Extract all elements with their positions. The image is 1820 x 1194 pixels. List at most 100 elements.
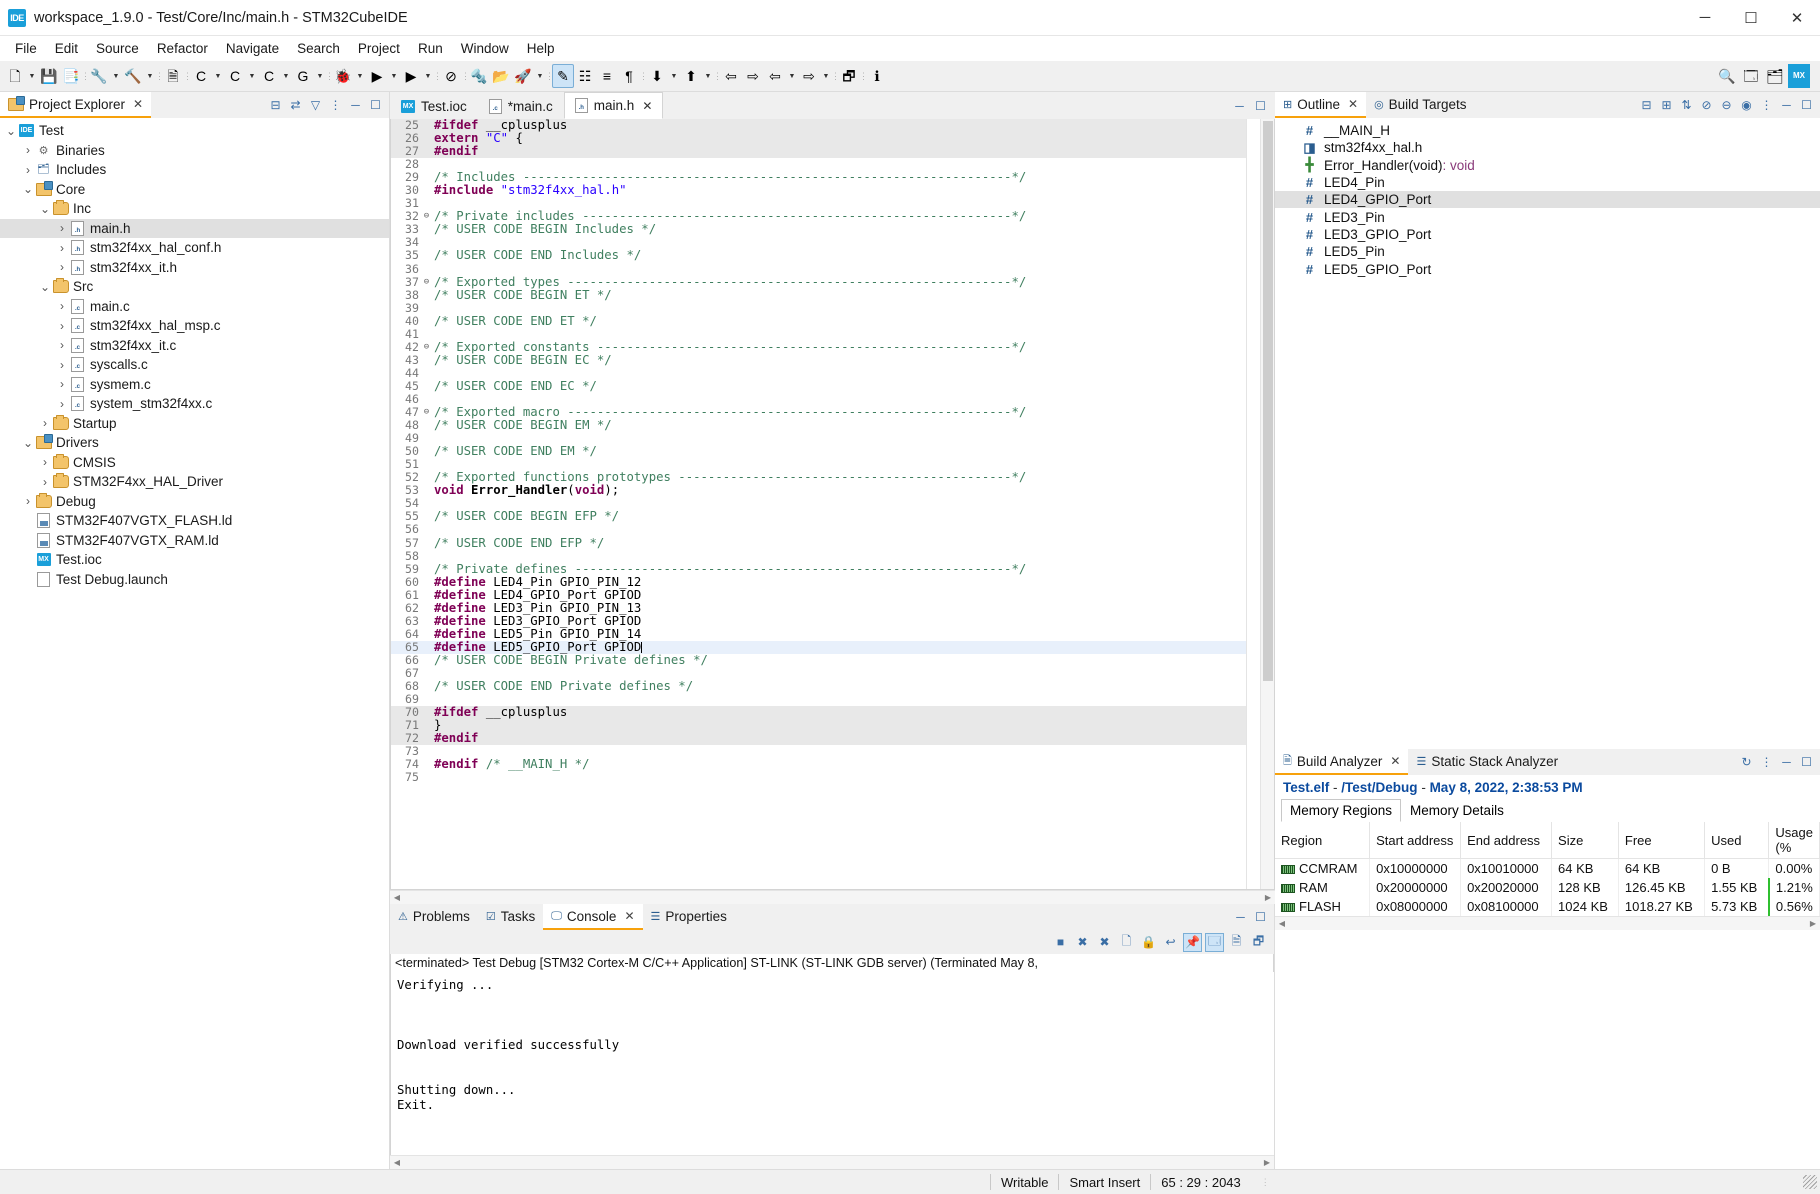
expand-icon[interactable]: › bbox=[21, 494, 35, 508]
run-dropdown-icon[interactable]: ▼ bbox=[388, 64, 400, 88]
view-menu-icon[interactable]: ⋮ bbox=[327, 96, 344, 114]
expand-all-icon[interactable]: ⊞ bbox=[1658, 96, 1675, 114]
outline-item-led5_gpio_port[interactable]: # LED5_GPIO_Port bbox=[1275, 260, 1820, 277]
close-icon[interactable]: ✕ bbox=[1390, 754, 1400, 768]
forward-button[interactable]: ⇨ bbox=[742, 64, 764, 88]
scroll-left-icon[interactable]: ◀ bbox=[390, 1158, 404, 1167]
tree-item-cmsis[interactable]: › CMSIS bbox=[0, 453, 389, 473]
tree-item-syscalls-c[interactable]: › .c syscalls.c bbox=[0, 355, 389, 375]
debug-dropdown-icon[interactable]: ▼ bbox=[354, 64, 366, 88]
show-whitespace-button[interactable]: ☷ bbox=[574, 64, 596, 88]
tree-item-main-c[interactable]: › .c main.c bbox=[0, 297, 389, 317]
tree-item-test[interactable]: ⌄ IDE Test bbox=[0, 121, 389, 141]
remove-all-launches-icon[interactable]: ✖ bbox=[1095, 933, 1114, 952]
run-button[interactable]: ▶ bbox=[366, 64, 388, 88]
focus-icon[interactable]: ◉ bbox=[1738, 96, 1755, 114]
build-analyzer-horizontal-scrollbar[interactable]: ◀ ▶ bbox=[1275, 916, 1820, 930]
hide-fields-icon[interactable]: ⊘ bbox=[1698, 96, 1715, 114]
menu-item-run[interactable]: Run bbox=[409, 39, 452, 58]
expand-icon[interactable]: › bbox=[55, 241, 69, 255]
expand-icon[interactable]: › bbox=[55, 260, 69, 274]
fold-icon[interactable]: ⊖ bbox=[422, 341, 431, 354]
memory-row[interactable]: CCMRAM 0x10000000 0x10010000 64 KB 64 KB 0 B0… bbox=[1275, 858, 1820, 878]
generate-code-button[interactable]: G bbox=[292, 64, 314, 88]
next-annotation-button[interactable]: ⬇ bbox=[646, 64, 668, 88]
menu-item-file[interactable]: File bbox=[6, 39, 46, 58]
outline-tab-build-targets[interactable]: ◎ Build Targets bbox=[1366, 92, 1475, 118]
maximize-icon[interactable]: ☐ bbox=[1798, 96, 1815, 114]
menu-item-help[interactable]: Help bbox=[518, 39, 564, 58]
maximize-icon[interactable]: ☐ bbox=[1798, 753, 1815, 771]
editor-tab-main.c[interactable]: .c *main.c bbox=[477, 92, 564, 119]
minimize-editor-icon[interactable]: ─ bbox=[1231, 97, 1248, 115]
project-tree[interactable]: ⌄ IDE Test › ⚙ Binaries › 🗂 Includes ⌄ Core ⌄ Inc › .h… bbox=[0, 118, 389, 589]
new-c-project-button[interactable]: C bbox=[190, 64, 212, 88]
debug-button[interactable]: 🐞 bbox=[332, 64, 354, 88]
expand-icon[interactable]: ⌄ bbox=[4, 124, 18, 138]
display-selected-console-icon[interactable]: 🗔 bbox=[1205, 932, 1224, 952]
maximize-editor-icon[interactable]: ☐ bbox=[1252, 97, 1269, 115]
expand-icon[interactable]: › bbox=[38, 455, 52, 469]
hide-static-icon[interactable]: ⊖ bbox=[1718, 96, 1735, 114]
scroll-lock-icon[interactable]: 🔒 bbox=[1139, 933, 1158, 952]
tree-item-stm32f407vgtx-flash-ld[interactable]: STM32F407VGTX_FLASH.ld bbox=[0, 511, 389, 531]
outline-item-__main_h[interactable]: # __MAIN_H bbox=[1275, 122, 1820, 139]
minimize-icon[interactable]: ─ bbox=[1778, 753, 1795, 771]
view-menu-icon[interactable]: ⋮ bbox=[1758, 96, 1775, 114]
fold-icon[interactable]: ⊖ bbox=[422, 210, 431, 223]
save-all-button[interactable]: 📑 bbox=[60, 64, 82, 88]
block-selection-button[interactable]: ≡ bbox=[596, 64, 618, 88]
maximize-window-button[interactable]: ☐ bbox=[1728, 0, 1774, 36]
new-window-button[interactable]: 🗗 bbox=[838, 64, 860, 88]
tree-item-test-ioc[interactable]: MX Test.ioc bbox=[0, 550, 389, 570]
outline-item-error_handlervoid[interactable]: ╋ Error_Handler(void) : void bbox=[1275, 157, 1820, 174]
ba-tab-build-analyzer[interactable]: 🗎 Build Analyzer ✕ bbox=[1275, 749, 1409, 775]
resize-grip[interactable] bbox=[1803, 1175, 1817, 1189]
toggle-mark-occurrences-button[interactable]: ✎ bbox=[552, 64, 574, 88]
maximize-icon[interactable]: ☐ bbox=[367, 96, 384, 114]
close-window-button[interactable]: ✕ bbox=[1774, 0, 1820, 36]
expand-icon[interactable]: ⌄ bbox=[21, 182, 35, 196]
back-button[interactable]: ⇦ bbox=[720, 64, 742, 88]
minimize-window-button[interactable]: ─ bbox=[1682, 0, 1728, 36]
expand-icon[interactable]: › bbox=[55, 397, 69, 411]
expand-icon[interactable]: › bbox=[21, 163, 35, 177]
collapse-all-icon[interactable]: ⊟ bbox=[1638, 96, 1655, 114]
ba-subtab-memory-regions[interactable]: Memory Regions bbox=[1281, 799, 1402, 822]
tree-item-core[interactable]: ⌄ Core bbox=[0, 180, 389, 200]
tree-item-src[interactable]: ⌄ Src bbox=[0, 277, 389, 297]
new-c-folder-dropdown-icon[interactable]: ▼ bbox=[246, 64, 258, 88]
new-c-file-button[interactable]: C bbox=[258, 64, 280, 88]
tree-item-stm32f4xx-it-h[interactable]: › .h stm32f4xx_it.h bbox=[0, 258, 389, 278]
outline-list[interactable]: # __MAIN_H ◨ stm32f4xx_hal.h ╋ Error_Handler(… bbox=[1275, 118, 1820, 278]
run-config-button[interactable]: ▶ bbox=[400, 64, 422, 88]
expand-icon[interactable]: › bbox=[21, 143, 35, 157]
expand-icon[interactable]: ⌄ bbox=[38, 202, 52, 216]
source-code[interactable]: 25 #ifdef __cplusplus 26 extern "C" {27 #end… bbox=[391, 119, 1246, 784]
new-dropdown-icon[interactable]: ▼ bbox=[26, 64, 38, 88]
tree-item-startup[interactable]: › Startup bbox=[0, 414, 389, 434]
outline-item-led4_pin[interactable]: # LED4_Pin bbox=[1275, 174, 1820, 191]
outline-item-led5_pin[interactable]: # LED5_Pin bbox=[1275, 243, 1820, 260]
menu-item-window[interactable]: Window bbox=[452, 39, 518, 58]
editor-vertical-scrollbar[interactable] bbox=[1260, 119, 1274, 889]
scroll-right-icon[interactable]: ▶ bbox=[1260, 1158, 1274, 1167]
editor-tab-Test.ioc[interactable]: MX Test.ioc bbox=[390, 92, 478, 119]
expand-icon[interactable]: ⌄ bbox=[38, 280, 52, 294]
outline-tab-outline[interactable]: ⊞ Outline ✕ bbox=[1275, 92, 1367, 118]
refresh-icon[interactable]: ↻ bbox=[1738, 753, 1755, 771]
clear-console-icon[interactable]: 🗋 bbox=[1117, 933, 1136, 952]
expand-icon[interactable]: › bbox=[38, 416, 52, 430]
expand-icon[interactable]: › bbox=[55, 221, 69, 235]
expand-icon[interactable]: › bbox=[55, 358, 69, 372]
menu-item-search[interactable]: Search bbox=[288, 39, 349, 58]
tree-item-binaries[interactable]: › ⚙ Binaries bbox=[0, 141, 389, 161]
build-all-button[interactable]: 🔧 bbox=[88, 64, 110, 88]
new-c-project-dropdown-icon[interactable]: ▼ bbox=[212, 64, 224, 88]
editor-tab-main.h[interactable]: .h main.h ✕ bbox=[563, 92, 664, 119]
open-element-button[interactable]: 📂 bbox=[490, 64, 512, 88]
tree-item-stm32f4xx-hal-conf-h[interactable]: › .h stm32f4xx_hal_conf.h bbox=[0, 238, 389, 258]
fold-icon[interactable]: ⊖ bbox=[422, 406, 431, 419]
minimize-icon[interactable]: ─ bbox=[347, 96, 364, 114]
previous-annotation-button[interactable]: ⬆ bbox=[680, 64, 702, 88]
